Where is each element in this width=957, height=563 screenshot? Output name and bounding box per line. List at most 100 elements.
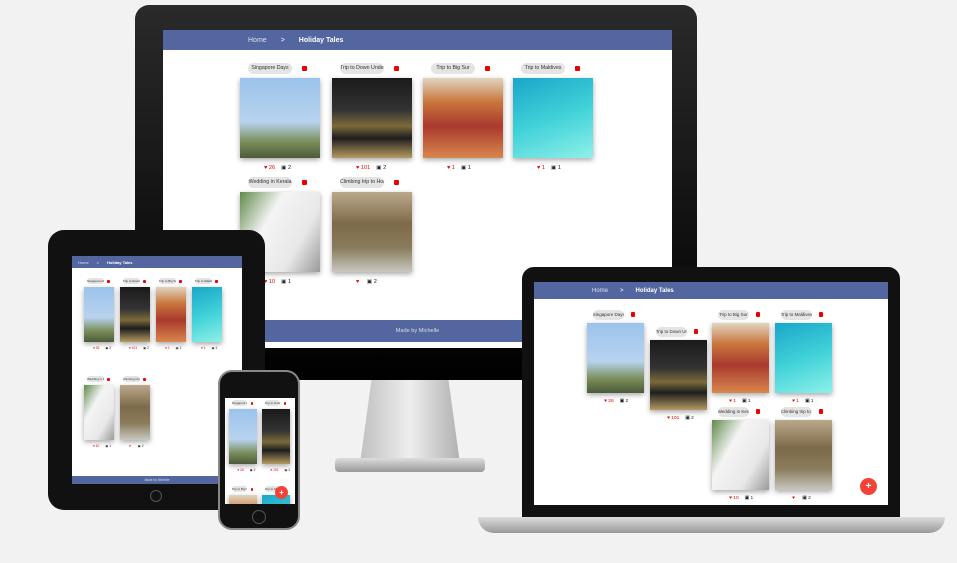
album-photo[interactable]: [84, 286, 114, 342]
album-card[interactable]: Trip to Down Under ♥ 101▣ 2: [262, 400, 290, 472]
delete-icon[interactable]: [250, 401, 254, 405]
album-card[interactable]: Wedding in Kerala ♥ 10▣ 1: [84, 376, 114, 448]
delete-icon[interactable]: [283, 401, 287, 405]
album-card[interactable]: Singapore Days♥ 26▣ 2: [240, 63, 320, 171]
album-title[interactable]: Trip to Big Sur: [231, 486, 248, 493]
album-photo[interactable]: [775, 323, 832, 394]
delete-icon[interactable]: [819, 409, 824, 415]
delete-icon[interactable]: [215, 279, 218, 283]
album-card[interactable]: Climbing trip to Holland ♥ ▣ 2: [332, 177, 412, 285]
album-card[interactable]: Trip to Big Sur♥ 1▣ 1: [229, 486, 257, 504]
album-card[interactable]: Trip to Down Under ♥ 101▣ 2: [650, 327, 707, 421]
album-title[interactable]: Singapore Days: [592, 310, 625, 320]
delete-icon[interactable]: [107, 377, 110, 381]
album-card[interactable]: Trip to Maldives ♥ 1▣ 1: [513, 63, 593, 171]
album-photo[interactable]: [712, 323, 769, 394]
delete-icon[interactable]: [394, 179, 399, 186]
delete-icon[interactable]: [756, 409, 761, 415]
delete-icon[interactable]: [302, 65, 307, 72]
heart-icon[interactable]: ♥: [792, 496, 796, 501]
album-title[interactable]: Trip to Down Under: [123, 278, 140, 285]
album-title[interactable]: Trip to Maldives: [195, 278, 212, 285]
album-title[interactable]: Singapore Days: [87, 278, 104, 285]
album-card[interactable]: Wedding in Kerala ♥ 10▣ 1: [712, 407, 769, 501]
like-count: 101: [273, 467, 279, 472]
delete-icon[interactable]: [485, 65, 490, 72]
album-title[interactable]: Trip to Maldives: [780, 310, 813, 320]
album-card[interactable]: Trip to Maldives ♥ 1▣ 1: [775, 310, 832, 404]
album-title[interactable]: Wedding in Kerala: [248, 177, 292, 189]
delete-icon[interactable]: [631, 312, 636, 318]
album-photo[interactable]: [423, 78, 503, 159]
album-photo[interactable]: [229, 494, 257, 504]
album-title[interactable]: Trip to Big Sur: [431, 63, 475, 75]
album-photo[interactable]: [229, 408, 257, 464]
laptop: Home > Holiday Tales Singapore Days ♥ 26 ▣ 2 T…: [522, 267, 900, 517]
album-photo[interactable]: [262, 408, 290, 464]
delete-icon[interactable]: [394, 65, 399, 72]
delete-icon[interactable]: [575, 65, 580, 72]
album-photo[interactable]: [513, 78, 593, 159]
album-stats: ♥ ▣ 2: [129, 444, 143, 448]
delete-icon[interactable]: [250, 487, 254, 491]
album-photo[interactable]: [120, 384, 150, 440]
album-title[interactable]: Trip to Maldives: [521, 63, 565, 75]
album-title[interactable]: Singapore Days: [248, 63, 292, 75]
photo-count: 2: [808, 496, 811, 502]
album-card[interactable]: Climbing trip to Holland ♥ ▣ 2: [120, 376, 150, 448]
album-photo[interactable]: [587, 323, 644, 394]
album-card[interactable]: Singapore Days♥ 26▣ 2: [84, 278, 114, 350]
delete-icon[interactable]: [179, 279, 182, 283]
breadcrumb-home[interactable]: Home: [78, 260, 89, 265]
album-photo[interactable]: [332, 192, 412, 273]
delete-icon[interactable]: [756, 312, 761, 318]
album-photo[interactable]: [240, 78, 320, 159]
album-card[interactable]: Trip to Big Sur♥ 1▣ 1: [423, 63, 503, 171]
breadcrumb-home[interactable]: Home: [248, 37, 267, 44]
album-card[interactable]: Climbing trip to Holland ♥ ▣ 2: [775, 407, 832, 501]
phone-home-button[interactable]: [252, 510, 266, 524]
album-title[interactable]: Climbing trip to Holland: [340, 177, 384, 189]
album-photo[interactable]: [775, 420, 832, 491]
album-photo[interactable]: [156, 286, 186, 342]
album-photo[interactable]: [192, 286, 222, 342]
delete-icon[interactable]: [107, 279, 110, 283]
album-photo[interactable]: [712, 420, 769, 491]
album-title[interactable]: Trip to Big Sur: [717, 310, 750, 320]
album-photo[interactable]: [84, 384, 114, 440]
add-album-button[interactable]: +: [275, 486, 288, 499]
album-title[interactable]: Climbing trip to Holland: [123, 376, 140, 383]
heart-icon[interactable]: ♥: [129, 444, 132, 448]
delete-icon[interactable]: [143, 279, 146, 283]
album-title[interactable]: Wedding in Kerala: [87, 376, 104, 383]
photo-count: 2: [383, 165, 387, 172]
album-card[interactable]: Trip to Big Sur♥ 1▣ 1: [712, 310, 769, 404]
album-title[interactable]: Wedding in Kerala: [717, 407, 750, 417]
breadcrumb-home[interactable]: Home: [592, 288, 608, 294]
album-title[interactable]: Trip to Down Under: [655, 327, 688, 337]
album-title[interactable]: Singapore Days: [231, 400, 248, 407]
album-card[interactable]: Trip to Down Under ♥ 101▣ 2: [332, 63, 412, 171]
album-card[interactable]: Trip to Down Under ♥ 101▣ 2: [120, 278, 150, 350]
tablet-home-button[interactable]: [150, 490, 162, 502]
album-title[interactable]: Climbing trip to Holland: [780, 407, 813, 417]
album-title[interactable]: Trip to Down Under: [264, 400, 281, 407]
album-photo[interactable]: [650, 340, 707, 411]
album-card[interactable]: Trip to Maldives ♥ 1▣ 1: [192, 278, 222, 350]
album-card[interactable]: Trip to Big Sur ♥ 1▣ 1: [156, 278, 186, 350]
add-album-button[interactable]: +: [860, 478, 877, 495]
album-title[interactable]: Trip to Big Sur: [159, 278, 176, 285]
footer-text: Made by Michelle: [144, 478, 170, 482]
delete-icon[interactable]: [143, 377, 146, 381]
heart-icon[interactable]: ♥: [356, 279, 361, 285]
album-stats: ♥ 1 ▣ 1: [165, 346, 181, 350]
album-stats: ♥ 101 ▣ 2: [356, 165, 386, 171]
album-photo[interactable]: [332, 78, 412, 159]
album-card[interactable]: Singapore Days♥ 26▣ 2: [587, 310, 644, 404]
delete-icon[interactable]: [694, 329, 699, 335]
album-photo[interactable]: [120, 286, 150, 342]
album-card[interactable]: Singapore Days♥ 26▣ 2: [229, 400, 257, 472]
delete-icon[interactable]: [819, 312, 824, 318]
album-title[interactable]: Trip to Down Under: [340, 63, 384, 75]
delete-icon[interactable]: [302, 179, 307, 186]
